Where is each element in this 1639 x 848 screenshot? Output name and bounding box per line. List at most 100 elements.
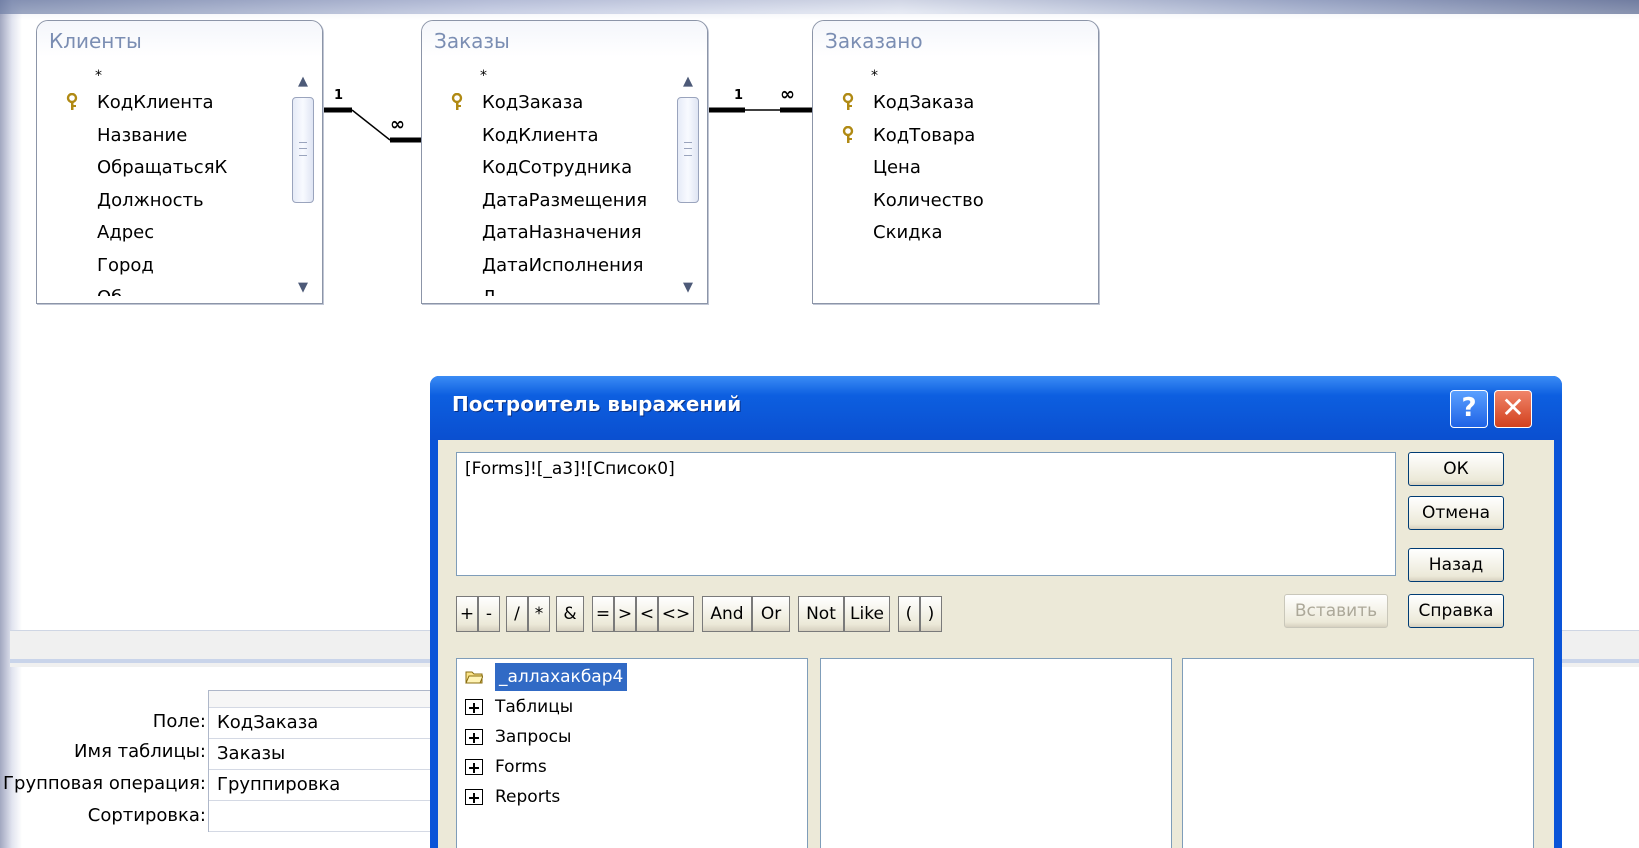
table-title[interactable]: Заказано — [813, 21, 1098, 57]
field-item[interactable]: * — [813, 65, 1064, 87]
operator-or-button[interactable]: Or — [752, 596, 790, 632]
vertical-scrollbar[interactable]: ▲ ▼ — [675, 69, 701, 301]
table-box-orders[interactable]: Заказы * КодЗаказа КодКлиента КодСотрудн… — [421, 20, 708, 304]
relationship-one-marker: 1 — [734, 88, 744, 103]
expand-plus-icon[interactable] — [465, 729, 483, 745]
table-box-clients[interactable]: Клиенты * КодКлиента Название Обращаться… — [36, 20, 323, 304]
field-list: * КодЗаказа КодКлиента КодСотрудника Дат… — [422, 65, 673, 296]
grid-row-label-sort: Сортировка: — [87, 805, 206, 826]
field-item[interactable]: КодКлиента — [422, 120, 673, 153]
relationship-many-marker: ∞ — [390, 114, 405, 135]
scroll-down-arrow-icon[interactable]: ▼ — [290, 275, 316, 301]
folder-open-icon — [465, 671, 483, 684]
primary-key-icon — [842, 125, 854, 143]
scroll-track[interactable] — [292, 97, 314, 275]
table-title[interactable]: Клиенты — [37, 21, 322, 57]
scroll-up-arrow-icon[interactable]: ▲ — [290, 69, 316, 95]
grip-icon — [299, 142, 307, 156]
operator-divide-button[interactable]: / — [506, 596, 528, 632]
expand-plus-icon[interactable] — [465, 699, 483, 715]
field-list: * КодЗаказа КодТовара Цена Количество Ск… — [813, 65, 1064, 250]
expression-categories-list[interactable] — [820, 658, 1172, 848]
tree-item[interactable]: Таблицы — [457, 693, 807, 723]
relationship-many-marker: ∞ — [780, 84, 795, 105]
grid-row-label-total: Групповая операция: — [3, 773, 206, 794]
grid-row-label-field: Поле: — [152, 711, 206, 732]
grid-cell-total[interactable]: Группировка — [209, 770, 439, 801]
insert-button[interactable]: Вставить — [1284, 594, 1388, 628]
field-item[interactable]: * — [422, 65, 673, 87]
scroll-up-arrow-icon[interactable]: ▲ — [675, 69, 701, 95]
expand-plus-icon[interactable] — [465, 789, 483, 805]
scroll-track[interactable] — [677, 97, 699, 275]
expression-builder-dialog: Построитель выражений ? ✕ [Forms]![_a3]!… — [430, 376, 1562, 848]
primary-key-icon — [66, 93, 78, 110]
field-item[interactable]: Должность — [37, 185, 288, 218]
field-item[interactable]: Д... — [422, 282, 673, 296]
operator-multiply-button[interactable]: * — [528, 596, 550, 632]
question-icon[interactable]: ? — [1450, 390, 1488, 428]
field-item[interactable]: КодКлиента — [37, 87, 288, 120]
dialog-title: Построитель выражений — [452, 392, 742, 416]
field-item[interactable]: Адрес — [37, 217, 288, 250]
field-item[interactable]: Количество — [813, 185, 1064, 218]
expression-input[interactable]: [Forms]![_a3]![Список0] — [456, 452, 1396, 576]
operator-and-button[interactable]: And — [702, 596, 752, 632]
expression-values-list[interactable] — [1182, 658, 1534, 848]
help-button[interactable]: Справка — [1408, 594, 1504, 628]
tree-item[interactable]: Forms — [457, 753, 807, 783]
field-item[interactable]: Об... — [37, 282, 288, 296]
vertical-scrollbar[interactable]: ▲ ▼ — [290, 69, 316, 301]
field-item[interactable]: КодЗаказа — [813, 87, 1064, 120]
field-item[interactable]: КодЗаказа — [422, 87, 673, 120]
primary-key-icon — [842, 93, 854, 110]
field-item[interactable]: ДатаРазмещения — [422, 185, 673, 218]
operator-plus-button[interactable]: + — [456, 596, 478, 632]
table-box-order-details[interactable]: Заказано * КодЗаказа КодТовара Цена Коли… — [812, 20, 1099, 304]
back-button[interactable]: Назад — [1408, 548, 1504, 582]
dialog-body: [Forms]![_a3]![Список0] ОК Отмена Назад … — [438, 440, 1554, 848]
operator-concat-button[interactable]: & — [556, 596, 584, 632]
scroll-down-arrow-icon[interactable]: ▼ — [675, 275, 701, 301]
table-title[interactable]: Заказы — [422, 21, 707, 57]
primary-key-icon — [451, 93, 463, 110]
relationship-one-marker: 1 — [334, 88, 344, 103]
query-grid-column: КодЗаказа Заказы Группировка — [208, 690, 439, 832]
operator-equal-button[interactable]: = — [592, 596, 614, 632]
expression-elements-tree[interactable]: _аллахакбар4 Таблицы Запросы Forms Repor… — [456, 658, 808, 848]
cancel-button[interactable]: Отмена — [1408, 496, 1504, 530]
operator-less-button[interactable]: < — [636, 596, 658, 632]
operator-like-button[interactable]: Like — [844, 596, 890, 632]
close-icon[interactable]: ✕ — [1494, 390, 1532, 428]
grid-cell-field[interactable]: КодЗаказа — [209, 708, 439, 739]
field-item[interactable]: Город — [37, 250, 288, 283]
grip-icon — [684, 142, 692, 156]
operator-minus-button[interactable]: - — [478, 596, 500, 632]
field-item[interactable]: * — [37, 65, 288, 87]
tree-item[interactable]: Запросы — [457, 723, 807, 753]
field-item[interactable]: ОбращатьсяК — [37, 152, 288, 185]
field-item[interactable]: ДатаНазначения — [422, 217, 673, 250]
expand-plus-icon[interactable] — [465, 759, 483, 775]
scroll-thumb[interactable] — [292, 97, 314, 203]
operator-not-button[interactable]: Not — [798, 596, 844, 632]
scroll-thumb[interactable] — [677, 97, 699, 203]
field-item[interactable]: КодСотрудника — [422, 152, 673, 185]
grid-cell-table[interactable]: Заказы — [209, 739, 439, 770]
operator-open-paren-button[interactable]: ( — [898, 596, 920, 632]
field-item[interactable]: ДатаИсполнения — [422, 250, 673, 283]
field-list: * КодКлиента Название ОбращатьсяК Должно… — [37, 65, 288, 296]
field-item[interactable]: Цена — [813, 152, 1064, 185]
tree-item[interactable]: _аллахакбар4 — [457, 663, 807, 693]
operator-not-equal-button[interactable]: <> — [658, 596, 694, 632]
tree-item[interactable]: Reports — [457, 783, 807, 813]
ok-button[interactable]: ОК — [1408, 452, 1504, 486]
field-item[interactable]: Скидка — [813, 217, 1064, 250]
field-item[interactable]: КодТовара — [813, 120, 1064, 153]
operator-greater-button[interactable]: > — [614, 596, 636, 632]
grid-cell-header[interactable] — [209, 691, 439, 708]
grid-row-label-table: Имя таблицы: — [74, 741, 206, 762]
grid-cell-sort[interactable] — [209, 801, 439, 832]
operator-close-paren-button[interactable]: ) — [920, 596, 942, 632]
field-item[interactable]: Название — [37, 120, 288, 153]
